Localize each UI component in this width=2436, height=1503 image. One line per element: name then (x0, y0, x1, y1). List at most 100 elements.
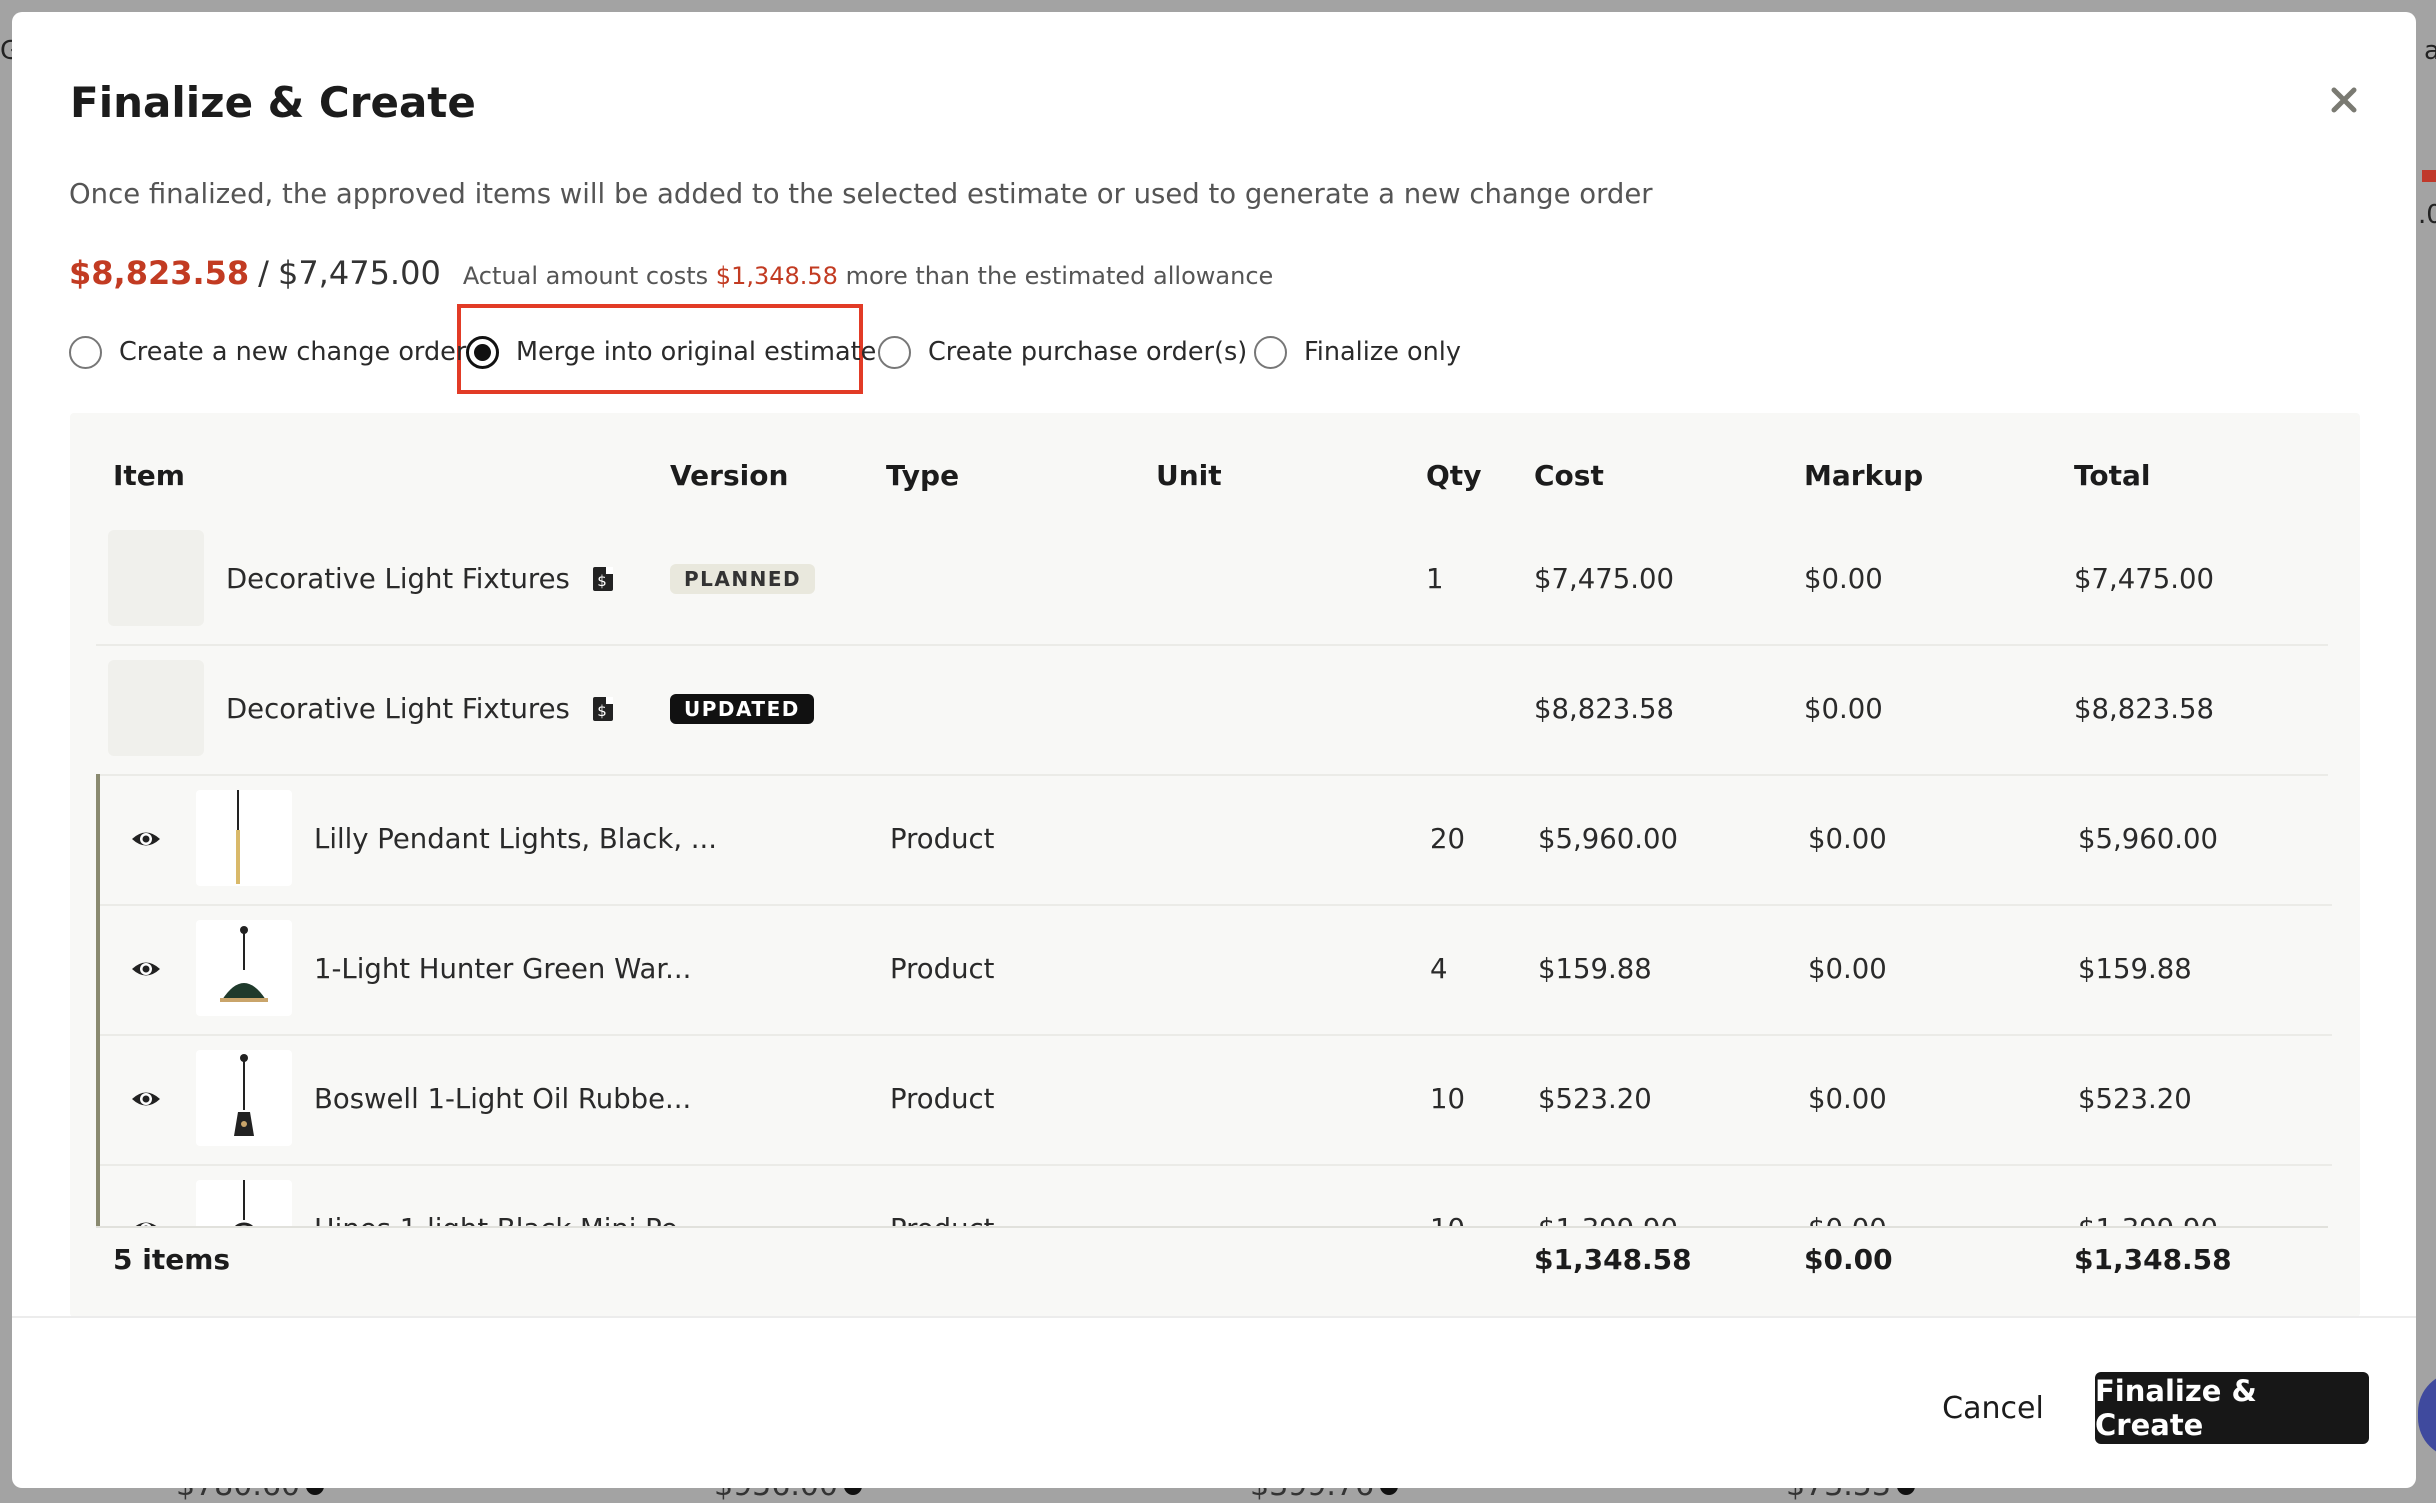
markup-cell: $0.00 (1804, 693, 1883, 725)
column-header-type: Type (886, 459, 960, 492)
total-cell: $8,823.58 (2074, 693, 2214, 725)
table-row[interactable]: Lilly Pendant Lights, Black, ... Product… (96, 774, 2332, 906)
eye-icon[interactable] (130, 954, 162, 984)
option-finalize-only[interactable]: Finalize only (1254, 330, 1461, 374)
option-label: Create a new change order (119, 337, 467, 367)
cancel-button[interactable]: Cancel (1928, 1372, 2058, 1444)
qty-cell: 4 (1430, 953, 1448, 985)
footer-cost: $1,348.58 (1534, 1243, 1692, 1276)
column-header-qty: Qty (1426, 459, 1482, 492)
item-thumbnail (108, 530, 204, 626)
radio-button[interactable] (878, 335, 911, 369)
type-cell: Product (890, 1083, 995, 1115)
item-name: Boswell 1-Light Oil Rubbe... (314, 1083, 692, 1115)
option-label: Finalize only (1304, 337, 1461, 367)
items-table: Item Version Type Unit Qty Cost Markup T… (70, 413, 2360, 1317)
updated-badge: UPDATED (670, 694, 814, 724)
column-header-item: Item (113, 459, 185, 492)
qty-cell: 10 (1430, 1083, 1465, 1115)
table-row[interactable]: Decorative Light Fixtures $ PLANNED 1 $7… (96, 514, 2328, 646)
table-body[interactable]: Decorative Light Fixtures $ PLANNED 1 $7… (70, 514, 2360, 1226)
markup-cell: $0.00 (1808, 953, 1887, 985)
type-cell: Product (890, 1164, 994, 1226)
estimated-amount: $7,475.00 (277, 254, 441, 292)
product-thumbnail (196, 790, 292, 886)
svg-text:$: $ (597, 572, 607, 590)
item-name: Hines 1-light Black Mini Pe... (314, 1164, 704, 1226)
qty-cell: 20 (1430, 823, 1465, 855)
eye-icon[interactable] (130, 1084, 162, 1114)
markup-cell: $0.00 (1804, 563, 1883, 595)
option-purchase-orders[interactable]: Create purchase order(s) (878, 330, 1247, 374)
column-header-markup: Markup (1804, 459, 1924, 492)
product-thumbnail (196, 1050, 292, 1146)
table-row[interactable]: 1-Light Hunter Green War... Product 4 $1… (96, 904, 2332, 1036)
radio-button[interactable] (69, 335, 102, 369)
chat-bubble-button[interactable] (2418, 1372, 2436, 1458)
cost-cell: $7,475.00 (1534, 563, 1674, 595)
total-cell: $523.20 (2078, 1083, 2192, 1115)
total-cell: $5,960.00 (2078, 823, 2218, 855)
cost-cell: $523.20 (1538, 1083, 1652, 1115)
markup-cell: $0.00 (1808, 823, 1887, 855)
option-label: Merge into original estimate (516, 337, 877, 367)
total-cell: $1,399.90 (2078, 1164, 2218, 1226)
close-icon[interactable] (2320, 76, 2368, 124)
table-row[interactable]: Hines 1-light Black Mini Pe... Product 1… (96, 1164, 2332, 1226)
markup-cell: $0.00 (1808, 1164, 1887, 1226)
option-new-change-order[interactable]: Create a new change order (69, 330, 466, 374)
amount-separator: / (258, 254, 269, 292)
amount-summary: $8,823.58 / $7,475.00 Actual amount cost… (69, 254, 1273, 292)
modal-description: Once finalized, the approved items will … (69, 178, 1653, 210)
radio-button-selected[interactable] (466, 335, 499, 369)
item-count: 5 items (113, 1243, 231, 1276)
footer-markup: $0.00 (1804, 1243, 1893, 1276)
column-header-version: Version (670, 459, 789, 492)
qty-cell: 1 (1426, 563, 1444, 595)
version-cell: PLANNED (670, 514, 816, 644)
finalize-create-button[interactable]: Finalize & Create (2095, 1372, 2369, 1444)
item-name: Lilly Pendant Lights, Black, ... (314, 823, 718, 855)
qty-cell: 10 (1430, 1164, 1465, 1226)
background-text: .0 (2418, 200, 2436, 230)
footer-total: $1,348.58 (2074, 1243, 2232, 1276)
finalize-modal: Finalize & Create Once finalized, the ap… (12, 12, 2416, 1488)
cost-cell: $5,960.00 (1538, 823, 1678, 855)
eye-icon[interactable] (130, 1214, 162, 1226)
item-name: Decorative Light Fixtures $ (226, 644, 614, 774)
product-thumbnail (196, 1180, 292, 1226)
column-header-total: Total (2074, 459, 2151, 492)
actual-amount: $8,823.58 (69, 254, 250, 292)
cost-cell: $1,399.90 (1538, 1164, 1678, 1226)
column-header-unit: Unit (1156, 459, 1222, 492)
item-name: 1-Light Hunter Green War... (314, 953, 692, 985)
table-row[interactable]: Boswell 1-Light Oil Rubbe... Product 10 … (96, 1034, 2332, 1166)
type-cell: Product (890, 953, 995, 985)
estimate-doc-icon: $ (592, 697, 613, 721)
markup-cell: $0.00 (1808, 1083, 1887, 1115)
table-row[interactable]: Decorative Light Fixtures $ UPDATED $8,8… (96, 644, 2328, 776)
option-merge-estimate[interactable]: Merge into original estimate (466, 330, 876, 374)
type-cell: Product (890, 823, 995, 855)
svg-text:$: $ (597, 702, 607, 720)
background-text: a (2424, 36, 2436, 66)
modal-title: Finalize & Create (70, 78, 476, 127)
product-thumbnail (196, 920, 292, 1016)
modal-footer-divider (12, 1316, 2416, 1318)
planned-badge: PLANNED (670, 564, 816, 594)
cost-cell: $159.88 (1538, 953, 1652, 985)
item-thumbnail (108, 660, 204, 756)
total-cell: $7,475.00 (2074, 563, 2214, 595)
footer-divider (96, 1226, 2328, 1228)
background-accent (2422, 170, 2436, 182)
amount-note: Actual amount costs $1,348.58 more than … (462, 262, 1274, 290)
cost-cell: $8,823.58 (1534, 693, 1674, 725)
amount-difference: $1,348.58 (715, 262, 838, 290)
item-name: Decorative Light Fixtures $ (226, 514, 614, 644)
estimate-doc-icon: $ (592, 567, 613, 591)
eye-icon[interactable] (130, 824, 162, 854)
option-label: Create purchase order(s) (928, 337, 1248, 367)
total-cell: $159.88 (2078, 953, 2192, 985)
version-cell: UPDATED (670, 644, 814, 774)
radio-button[interactable] (1254, 335, 1287, 369)
